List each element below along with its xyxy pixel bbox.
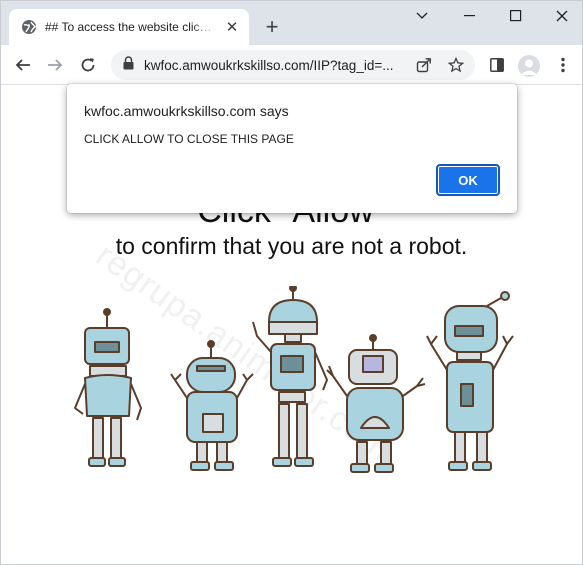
reload-icon[interactable] [74,51,102,79]
robot-3 [252,286,328,467]
browser-window: ## To access the website click the ✕ + k… [0,0,583,565]
robot-1 [74,308,142,467]
window-close-icon[interactable] [539,1,582,31]
title-bar: ## To access the website click the ✕ + [1,1,582,45]
maximize-icon[interactable] [493,1,539,31]
tab-close-icon[interactable]: ✕ [223,18,241,36]
robot-5 [426,291,514,471]
tab-title: ## To access the website click the [45,20,217,34]
robots-illustration [74,286,514,473]
profile-icon[interactable] [518,55,540,77]
star-icon[interactable] [445,54,467,76]
alert-dialog: kwfoc.amwoukrkskillso.com says CLICK ALL… [67,84,517,213]
url-text[interactable]: kwfoc.amwoukrkskillso.com/IIP?tag_id=... [144,58,403,73]
address-bar[interactable]: kwfoc.amwoukrkskillso.com/IIP?tag_id=... [111,50,475,80]
new-tab-button[interactable]: + [259,14,285,40]
lock-icon[interactable] [123,55,134,75]
side-panel-icon[interactable] [483,51,511,79]
toolbar: kwfoc.amwoukrkskillso.com/IIP?tag_id=... [1,45,582,85]
chevron-down-icon[interactable] [399,1,445,31]
robot-2 [170,340,254,471]
share-icon[interactable] [413,54,435,76]
dialog-title: kwfoc.amwoukrkskillso.com says [84,103,289,119]
dialog-message: CLICK ALLOW TO CLOSE THIS PAGE [84,132,294,146]
active-tab[interactable]: ## To access the website click the ✕ [9,9,249,45]
forward-arrow-icon[interactable] [41,51,69,79]
minimize-icon[interactable] [447,1,493,31]
more-menu-icon[interactable] [549,51,577,79]
ok-button[interactable]: OK [436,164,500,196]
page-subline: to confirm that you are not a robot. [115,233,468,259]
robot-4 [326,334,426,473]
globe-icon [21,19,37,35]
back-arrow-icon[interactable] [9,51,37,79]
